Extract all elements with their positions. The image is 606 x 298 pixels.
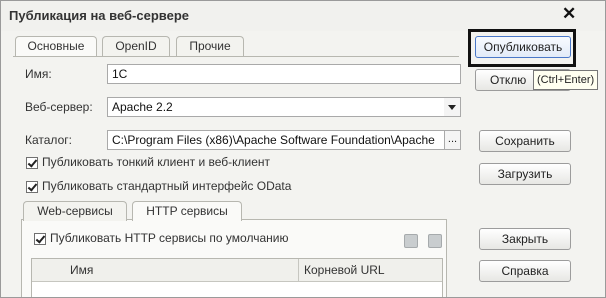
- publish-odata-checkbox[interactable]: [26, 181, 38, 193]
- webserver-label: Веб-сервер:: [25, 100, 93, 114]
- publish-thin-client-label: Публиковать тонкий клиент и веб-клиент: [42, 155, 271, 169]
- save-button[interactable]: Сохранить: [479, 130, 571, 152]
- load-button[interactable]: Загрузить: [479, 163, 571, 185]
- uncheck-all-icon[interactable]: [428, 234, 442, 248]
- column-separator: [298, 259, 299, 281]
- catalog-label: Каталог:: [25, 133, 72, 147]
- tab-other[interactable]: Прочие: [176, 36, 244, 56]
- close-icon[interactable]: ✕: [562, 4, 576, 24]
- publish-shortcut-tooltip: (Ctrl+Enter): [533, 70, 598, 90]
- tab-openid[interactable]: OpenID: [102, 36, 170, 56]
- tab-web-services[interactable]: Web-сервисы: [23, 201, 127, 221]
- webserver-select[interactable]: Apache 2.2: [107, 97, 445, 117]
- column-root-url[interactable]: Корневой URL: [304, 263, 385, 277]
- close-button[interactable]: Закрыть: [479, 228, 571, 250]
- publish-http-default-label: Публиковать HTTP сервисы по умолчанию: [50, 231, 289, 245]
- publish-odata-label: Публиковать стандартный интерфейс OData: [42, 179, 292, 193]
- check-all-icon[interactable]: [404, 234, 418, 248]
- help-button[interactable]: Справка: [479, 260, 571, 282]
- title-bar: Публикация на веб-сервере ✕: [1, 1, 605, 31]
- publish-http-default-checkbox[interactable]: [34, 233, 46, 245]
- catalog-input[interactable]: C:\Program Files (x86)\Apache Software F…: [107, 130, 445, 150]
- window-title: Публикация на веб-сервере: [9, 8, 190, 23]
- chevron-down-icon[interactable]: [444, 97, 461, 117]
- table-header: Имя Корневой URL: [32, 259, 442, 282]
- tab-strip-line: [13, 56, 459, 57]
- catalog-browse-button[interactable]: ...: [444, 130, 461, 150]
- publish-thin-client-checkbox[interactable]: [26, 157, 38, 169]
- publish-button[interactable]: Опубликовать: [475, 36, 571, 58]
- name-label: Имя:: [25, 67, 52, 81]
- publish-dialog: Публикация на веб-сервере ✕ Основные Ope…: [0, 0, 606, 298]
- tab-main[interactable]: Основные: [15, 36, 97, 56]
- column-name[interactable]: Имя: [70, 263, 93, 277]
- http-services-table: Имя Корневой URL: [31, 258, 443, 297]
- name-input[interactable]: 1С: [107, 64, 461, 84]
- tab-http-services[interactable]: HTTP сервисы: [132, 201, 242, 221]
